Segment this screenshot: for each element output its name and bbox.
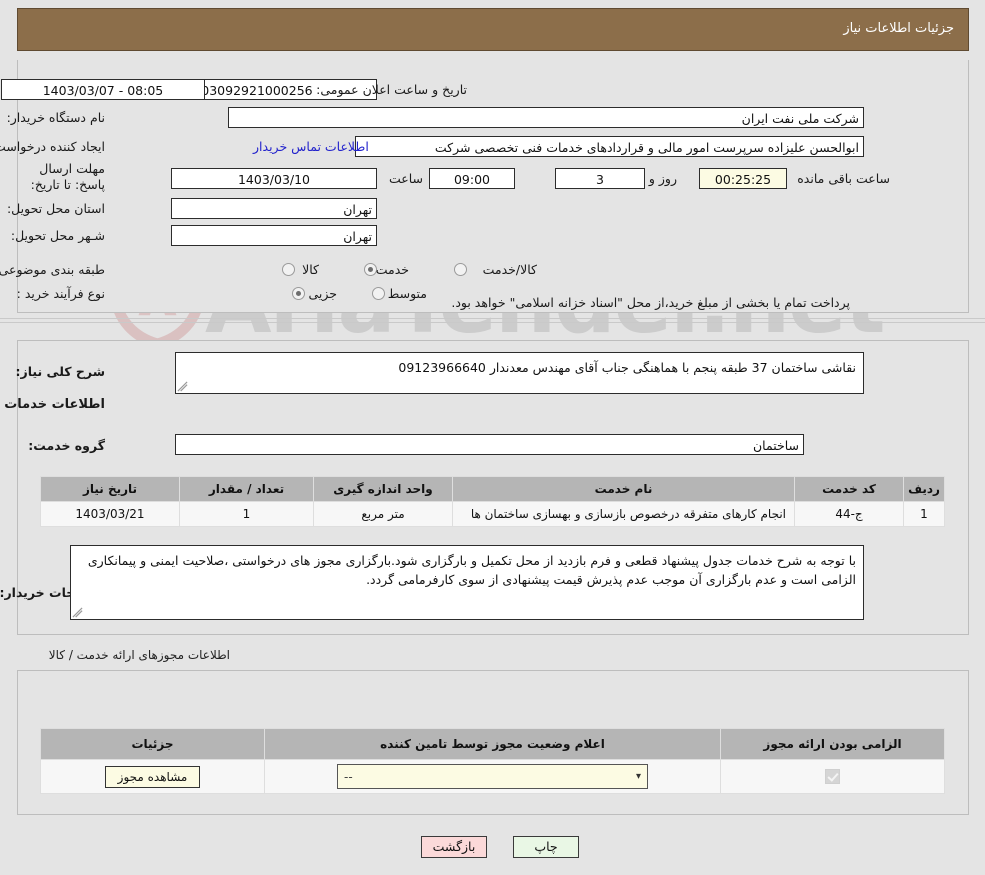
- deadline-hour-field[interactable]: 09:00: [429, 168, 515, 189]
- buyer-contact-link[interactable]: اطلاعات تماس خریدار: [253, 139, 369, 154]
- col-qty: تعداد / مقدار: [179, 476, 314, 502]
- province-field[interactable]: تهران: [171, 198, 377, 219]
- buyer-notes-textarea[interactable]: با توجه به شرح خدمات جدول پیشنهاد قطعی و…: [70, 545, 864, 620]
- cell-permit-details: مشاهده مجوز: [40, 759, 265, 794]
- radio-category-kala[interactable]: [282, 263, 295, 276]
- cell-code: ج-44: [794, 501, 904, 527]
- need-description-textarea[interactable]: نقاشی ساختمان 37 طبقه پنجم با هماهنگی جن…: [175, 352, 864, 394]
- request-creator-field[interactable]: ابوالحسن علیزاده سرپرست امور مالی و قرار…: [355, 136, 864, 157]
- remaining-days-field[interactable]: 3: [555, 168, 645, 189]
- buyer-org-field[interactable]: شرکت ملی نفت ایران: [228, 107, 864, 128]
- cell-permit-required: [720, 759, 945, 794]
- service-group-label: گروه خدمت:: [28, 438, 105, 453]
- radio-category-kala-khedmat-label: کالا/خدمت: [482, 262, 537, 277]
- radio-process-motavasset[interactable]: [372, 287, 385, 300]
- permit-required-checkbox: [825, 769, 840, 784]
- col-permit-status: اعلام وضعیت مجوز توسط تامین کننده: [264, 728, 721, 760]
- remaining-time-field: 00:25:25: [699, 168, 787, 189]
- col-permit-details: جزئیات: [40, 728, 265, 760]
- col-code: کد خدمت: [794, 476, 904, 502]
- deadline-hour-label: ساعت: [388, 171, 423, 186]
- payment-note-text: پرداخت تمام یا بخشی از مبلغ خرید،از محل …: [451, 295, 850, 310]
- permit-status-select[interactable]: ▾ --: [337, 764, 648, 789]
- view-permit-button[interactable]: مشاهده مجوز: [104, 765, 201, 788]
- col-date: تاریخ نیاز: [40, 476, 180, 502]
- radio-process-jozi-label: جزیی: [308, 286, 337, 301]
- deadline-label: مهلت ارسال پاسخ: تا تاریخ:: [30, 161, 105, 192]
- remaining-time-label: ساعت باقی مانده: [797, 171, 890, 186]
- table-row: ▾ -- مشاهده مجوز: [40, 759, 945, 794]
- cell-unit: متر مربع: [313, 501, 453, 527]
- divider-2: [0, 322, 985, 323]
- col-permit-required: الزامی بودن ارائه مجوز: [720, 728, 945, 760]
- col-name: نام خدمت: [452, 476, 795, 502]
- page-title-bar: جزئیات اطلاعات نیاز: [17, 8, 969, 51]
- radio-category-kala-khedmat[interactable]: [454, 263, 467, 276]
- cell-permit-status: ▾ --: [264, 759, 721, 794]
- cell-row: 1: [903, 501, 945, 527]
- page-root: AriaTender.net جزئیات اطلاعات نیاز شماره…: [0, 0, 985, 875]
- page-title: جزئیات اطلاعات نیاز: [843, 21, 954, 36]
- request-creator-label: ایجاد کننده درخواست:: [0, 139, 105, 154]
- permit-status-value: --: [344, 769, 353, 784]
- permits-table: الزامی بودن ارائه مجوز اعلام وضعیت مجوز …: [40, 728, 945, 794]
- print-button[interactable]: چاپ: [513, 836, 579, 858]
- resize-grip-icon-2[interactable]: [72, 607, 83, 618]
- need-description-label: شرح کلی نیاز:: [15, 364, 105, 379]
- cell-date: 1403/03/21: [40, 501, 180, 527]
- permits-caption: اطلاعات مجوزهای ارائه خدمت / کالا: [48, 648, 230, 662]
- announce-datetime-label: تاریخ و ساعت اعلان عمومی:: [316, 82, 467, 97]
- services-section-title: اطلاعات خدمات مورد نیاز: [0, 397, 105, 412]
- services-table: ردیف کد خدمت نام خدمت واحد اندازه گیری ت…: [40, 476, 945, 527]
- chevron-down-icon: ▾: [635, 771, 641, 782]
- city-field[interactable]: تهران: [171, 225, 377, 246]
- announce-datetime-field[interactable]: 08:05 - 1403/03/07: [1, 79, 205, 100]
- cell-qty: 1: [179, 501, 314, 527]
- back-button[interactable]: بازگشت: [421, 836, 487, 858]
- days-label: روز و: [648, 171, 677, 186]
- col-row: ردیف: [903, 476, 945, 502]
- deadline-date-field[interactable]: 1403/03/10: [171, 168, 377, 189]
- city-label: شـهر محل تحویل:: [10, 228, 105, 243]
- permits-table-header-row: الزامی بودن ارائه مجوز اعلام وضعیت مجوز …: [40, 728, 945, 760]
- buyer-org-label: نام دستگاه خریدار:: [6, 110, 105, 125]
- province-label: استان محل تحویل:: [6, 201, 105, 216]
- radio-process-motavasset-label: متوسط: [387, 286, 427, 301]
- radio-category-kala-label: کالا: [302, 262, 319, 277]
- divider: [0, 318, 985, 319]
- service-group-field[interactable]: ساختمان: [175, 434, 804, 455]
- resize-grip-icon[interactable]: [177, 381, 188, 392]
- radio-category-khedmat-label: خدمت: [375, 262, 409, 277]
- col-unit: واحد اندازه گیری: [313, 476, 453, 502]
- category-label: طبقه بندی موضوعی:: [0, 262, 105, 277]
- radio-process-jozi[interactable]: [292, 287, 305, 300]
- cell-name: انجام کارهای متفرقه درخصوص بازسازی و بهس…: [452, 501, 795, 527]
- services-table-header-row: ردیف کد خدمت نام خدمت واحد اندازه گیری ت…: [40, 476, 945, 502]
- table-row: 1 ج-44 انجام کارهای متفرقه درخصوص بازساز…: [40, 501, 945, 527]
- process-type-label: نوع فرآیند خرید :: [16, 286, 105, 301]
